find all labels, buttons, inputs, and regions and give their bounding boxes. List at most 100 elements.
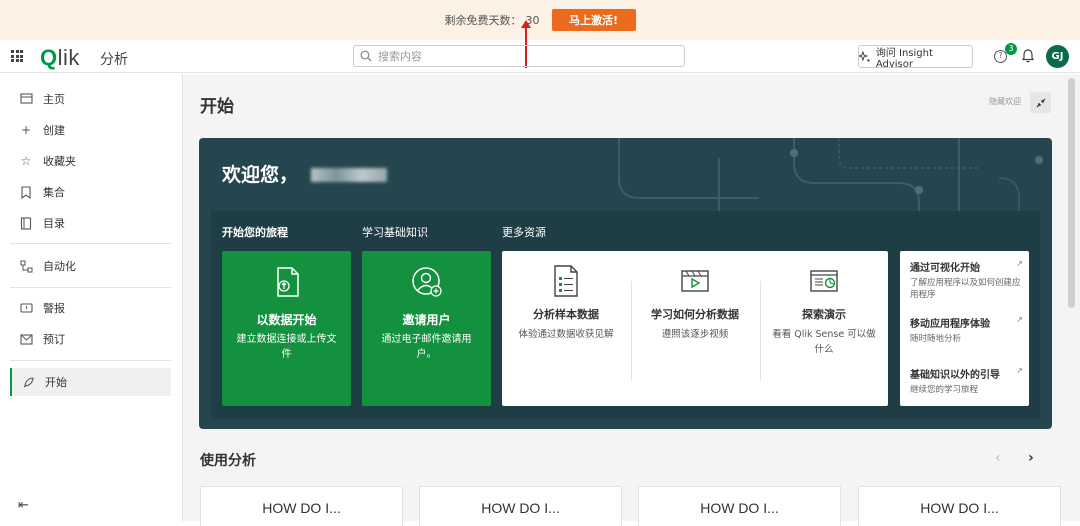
sidebar-item-favorites[interactable]: ☆ 收藏夹 bbox=[10, 147, 171, 175]
insight-advisor-button[interactable]: 询问 Insight Advisor bbox=[858, 45, 973, 70]
collapse-welcome-button[interactable] bbox=[1030, 92, 1051, 113]
how-do-i-card[interactable]: HOW DO I... bbox=[419, 486, 622, 526]
upload-file-icon bbox=[276, 267, 299, 297]
tab-start-journey[interactable]: 开始您的旅程 bbox=[222, 224, 288, 240]
scrollbar-thumb[interactable] bbox=[1068, 78, 1075, 308]
sample-data-card[interactable]: 分析样本数据 体验通过数据收获见解 bbox=[502, 251, 630, 406]
link-description: 继续您的学习旅程 bbox=[910, 385, 979, 395]
sidebar-item-label: 集合 bbox=[43, 186, 65, 199]
insight-advisor-label: 询问 Insight Advisor bbox=[875, 47, 933, 70]
hide-welcome-link[interactable]: 隐藏欢迎 bbox=[989, 96, 1021, 107]
plus-icon: + bbox=[20, 123, 32, 137]
card-title: 以数据开始 bbox=[256, 313, 317, 327]
qlik-logo[interactable]: Qlik bbox=[40, 45, 80, 71]
sidebar-item-label: 开始 bbox=[45, 376, 67, 389]
link-title: 通过可视化开始 bbox=[910, 263, 980, 274]
catalog-icon bbox=[19, 216, 33, 230]
app-launcher-icon[interactable] bbox=[11, 50, 23, 62]
search-icon bbox=[360, 50, 372, 62]
link-description: 了解应用程序以及如何创建应用程序 bbox=[910, 278, 1021, 300]
sidebar-item-label: 目录 bbox=[43, 217, 65, 230]
bookmark-icon bbox=[19, 185, 33, 199]
home-icon bbox=[19, 92, 33, 106]
alert-icon bbox=[19, 301, 33, 315]
start-with-data-card[interactable]: 以数据开始 建立数据连接或上传文件 bbox=[222, 251, 351, 406]
explore-demos-card[interactable]: 探索演示 看看 Qlik Sense 可以做什么 bbox=[760, 251, 888, 406]
sidebar-item-label: 主页 bbox=[43, 93, 65, 106]
sidebar-divider bbox=[10, 243, 171, 244]
resource-description: 看看 Qlik Sense 可以做什么 bbox=[772, 329, 876, 355]
link-beyond-basics[interactable]: 基础知识以外的引导 继续您的学习旅程 ↗ bbox=[910, 366, 1025, 396]
activate-button[interactable]: 马上激活! bbox=[551, 9, 636, 31]
top-navigation: Qlik 分析 搜索内容 询问 Insight Advisor ? 3 GJ bbox=[0, 40, 1080, 73]
sidebar-item-alerts[interactable]: 警报 bbox=[10, 294, 171, 322]
link-title: 移动应用程序体验 bbox=[910, 319, 990, 330]
tab-more-resources[interactable]: 更多资源 bbox=[502, 224, 546, 240]
star-icon: ☆ bbox=[20, 154, 32, 168]
page-title: 开始 bbox=[200, 97, 234, 117]
resource-description: 体验通过数据收获见解 bbox=[518, 329, 614, 340]
automation-icon bbox=[19, 259, 33, 273]
sidebar-item-label: 收藏夹 bbox=[43, 155, 76, 168]
sidebar-item-automation[interactable]: 自动化 bbox=[10, 252, 171, 280]
search-placeholder: 搜索内容 bbox=[378, 50, 422, 63]
resource-title: 学习如何分析数据 bbox=[651, 308, 739, 321]
welcome-title: 欢迎您， bbox=[222, 164, 299, 186]
learn-analyze-card[interactable]: 学习如何分析数据 遵照该逐步视频 bbox=[631, 251, 759, 406]
link-title: 基础知识以外的引导 bbox=[910, 370, 1000, 381]
avatar[interactable]: GJ bbox=[1046, 45, 1069, 68]
sidebar-item-collections[interactable]: 集合 bbox=[10, 178, 171, 206]
how-do-i-card[interactable]: HOW DO I... bbox=[200, 486, 403, 526]
how-do-i-card[interactable]: HOW DO I... bbox=[858, 486, 1061, 526]
sidebar-divider bbox=[10, 360, 171, 361]
collapse-arrows-icon bbox=[1036, 98, 1045, 107]
sparkle-icon bbox=[859, 50, 870, 62]
sidebar-item-get-started[interactable]: 开始 bbox=[10, 368, 171, 396]
sidebar-item-home[interactable]: 主页 bbox=[10, 85, 171, 113]
external-link-icon: ↗ bbox=[1016, 315, 1023, 324]
notification-badge: 3 bbox=[1005, 43, 1017, 55]
external-link-icon: ↗ bbox=[1016, 366, 1023, 375]
app-label: 分析 bbox=[100, 52, 128, 68]
mail-icon bbox=[19, 332, 33, 346]
external-link-icon: ↗ bbox=[1016, 259, 1023, 268]
welcome-hero: 欢迎您， 开始您的旅程 学习基础知识 更多资源 以数据开始 建立数据连接或上传文… bbox=[199, 138, 1052, 429]
tab-learn-basics[interactable]: 学习基础知识 bbox=[362, 224, 428, 240]
trial-days-label: 剩余免费天数： bbox=[444, 14, 522, 27]
section-title: 使用分析 bbox=[200, 453, 256, 469]
link-visualization-start[interactable]: 通过可视化开始 了解应用程序以及如何创建应用程序 ↗ bbox=[910, 259, 1025, 301]
sidebar: 主页 + 创建 ☆ 收藏夹 集合 目录 自动化 警报 预订 开始 ⇤ bbox=[0, 74, 183, 521]
video-icon bbox=[681, 270, 709, 292]
hero-panel: 开始您的旅程 学习基础知识 更多资源 以数据开始 建立数据连接或上传文件 邀请用… bbox=[211, 211, 1040, 419]
document-list-icon bbox=[554, 265, 578, 297]
trial-banner: 剩余免费天数： 30 马上激活! bbox=[0, 0, 1080, 40]
bell-icon[interactable] bbox=[1022, 49, 1034, 63]
card-description: 建立数据连接或上传文件 bbox=[236, 334, 337, 360]
how-do-i-card[interactable]: HOW DO I... bbox=[638, 486, 841, 526]
link-description: 随时随地分析 bbox=[910, 334, 962, 344]
collapse-sidebar-icon[interactable]: ⇤ bbox=[18, 498, 29, 513]
sidebar-item-catalog[interactable]: 目录 bbox=[10, 209, 171, 237]
search-input[interactable]: 搜索内容 bbox=[353, 45, 685, 67]
resources-box: 分析样本数据 体验通过数据收获见解 学习如何分析数据 遵照该逐步视频 探索演示 … bbox=[502, 251, 888, 406]
page-scrollbar[interactable] bbox=[1063, 74, 1080, 521]
card-title: 邀请用户 bbox=[402, 313, 451, 327]
sidebar-item-label: 警报 bbox=[43, 302, 65, 315]
link-mobile-experience[interactable]: 移动应用程序体验 随时随地分析 ↗ bbox=[910, 315, 1025, 345]
guide-links-box: 通过可视化开始 了解应用程序以及如何创建应用程序 ↗ 移动应用程序体验 随时随地… bbox=[900, 251, 1029, 406]
resource-title: 探索演示 bbox=[802, 308, 846, 321]
sidebar-divider bbox=[10, 287, 171, 288]
resource-description: 遵照该逐步视频 bbox=[661, 329, 729, 340]
chevron-right-icon[interactable]: › bbox=[1028, 450, 1034, 466]
chevron-left-icon[interactable]: ‹ bbox=[995, 450, 1001, 466]
rocket-icon bbox=[21, 375, 35, 389]
card-description: 通过电子邮件邀请用户。 bbox=[381, 334, 472, 360]
sidebar-item-label: 创建 bbox=[43, 124, 65, 137]
dashboard-icon bbox=[810, 270, 838, 292]
sidebar-item-subscriptions[interactable]: 预订 bbox=[10, 325, 171, 353]
invite-users-card[interactable]: 邀请用户 通过电子邮件邀请用户。 bbox=[362, 251, 491, 406]
redacted-user-name bbox=[311, 168, 387, 182]
sidebar-item-label: 预订 bbox=[43, 333, 65, 346]
sidebar-item-label: 自动化 bbox=[43, 260, 76, 273]
sidebar-item-create[interactable]: + 创建 bbox=[10, 116, 171, 144]
